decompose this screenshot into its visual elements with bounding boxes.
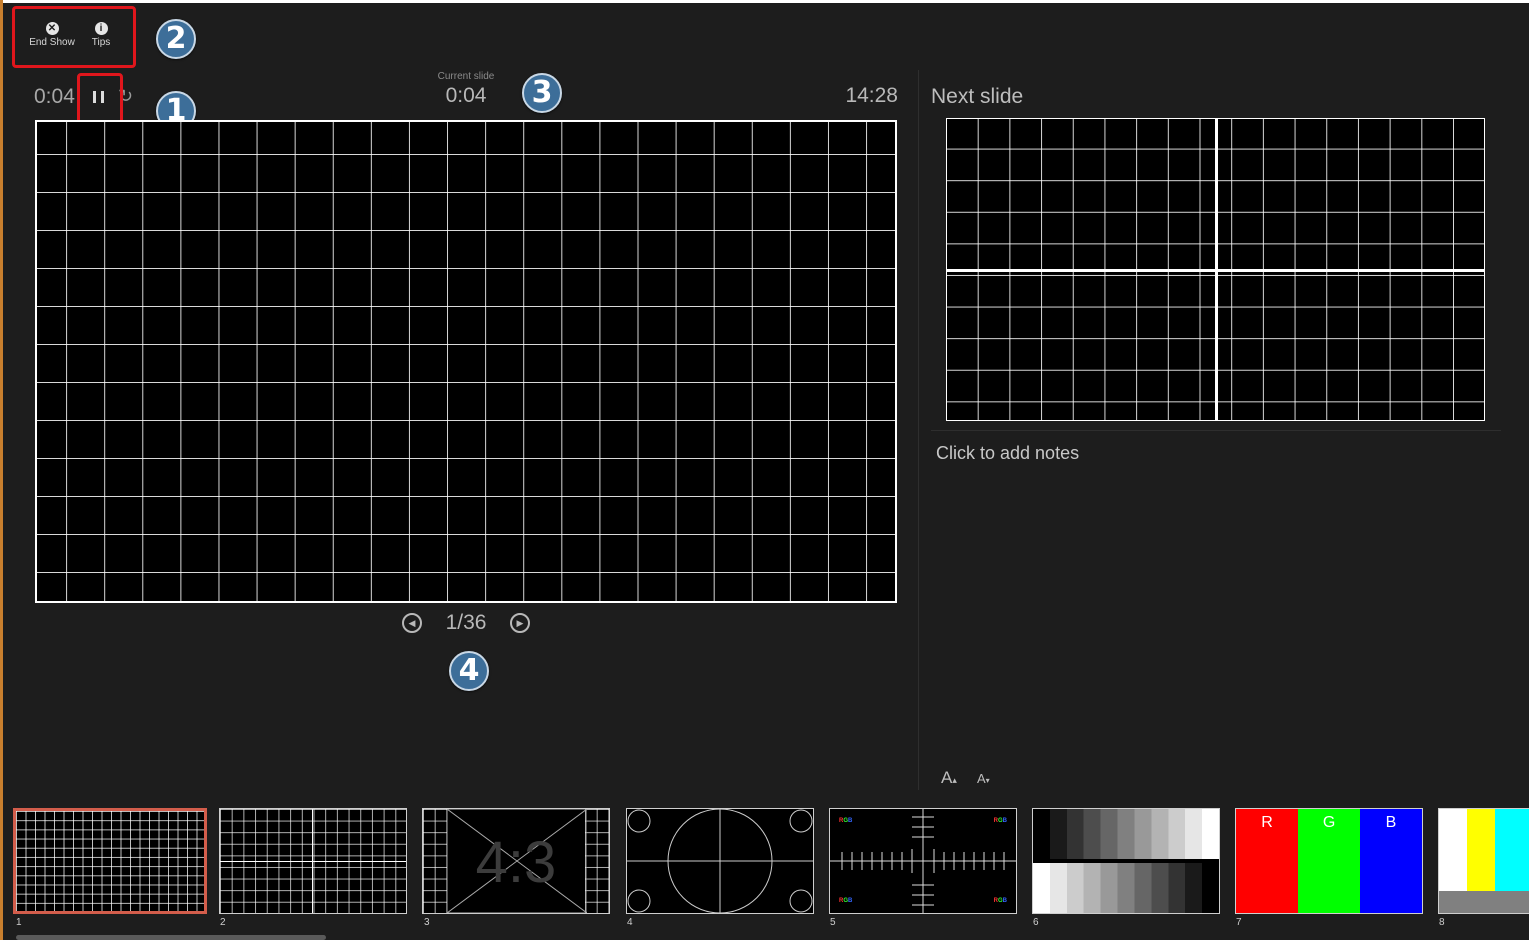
annotation-badge-4: 4 — [449, 651, 489, 691]
top-border — [0, 0, 1529, 3]
decrease-font-button[interactable]: A▾ — [977, 771, 990, 786]
thumbnail-5[interactable]: RGB RGB RGB RGB — [829, 808, 1017, 914]
thumbnail-number: 3 — [424, 917, 430, 928]
yellow-bar — [1467, 809, 1495, 891]
caret-up-icon: ▴ — [952, 775, 957, 785]
rgb-label: RGB — [839, 898, 853, 904]
increase-font-button[interactable]: A▴ — [941, 768, 957, 788]
blue-bar: B — [1360, 809, 1422, 913]
rgb-label: RGB — [993, 898, 1007, 904]
green-label: G — [1322, 814, 1336, 831]
thumbnail-3[interactable]: 4:3 — [422, 808, 610, 914]
increase-font-label: A — [941, 768, 953, 787]
current-slide-preview[interactable] — [35, 120, 897, 603]
crosshair-horizontal — [947, 269, 1484, 272]
decrease-font-label: A — [977, 771, 986, 786]
annotation-badge-3: 3 — [522, 73, 562, 113]
red-label: R — [1261, 814, 1273, 831]
notes-area[interactable]: Click to add notes — [936, 443, 1079, 464]
rgb-label: RGB — [839, 818, 853, 824]
blue-label: B — [1385, 814, 1397, 831]
thumbnail-scrollbar[interactable] — [16, 935, 326, 940]
thumbnail-2[interactable] — [219, 808, 407, 914]
slide-counter[interactable]: 1/36 — [436, 611, 496, 635]
thumbnail-number: 1 — [16, 917, 22, 928]
elapsed-timer: 0:04 — [34, 85, 75, 108]
clock: 14:28 — [845, 84, 898, 107]
notes-separator — [931, 430, 1501, 431]
presenter-view: ✕ End Show i Tips 0:04 ↻ Current slide 0… — [0, 0, 1529, 940]
thumbnail-number: 8 — [1439, 917, 1445, 928]
chevron-left-icon: ◀ — [408, 618, 416, 628]
thumbnail-number: 5 — [830, 917, 836, 928]
panel-divider[interactable] — [918, 70, 919, 790]
aspect-ratio-label: 4:3 — [475, 830, 557, 895]
caret-down-icon: ▾ — [985, 776, 990, 785]
next-slide-button[interactable]: ▶ — [510, 613, 530, 633]
thumbnail-7[interactable]: R G B — [1235, 808, 1423, 914]
thumbnail-number: 7 — [1236, 917, 1242, 928]
thumbnail-number: 4 — [627, 917, 633, 928]
thumbnail-number: 2 — [220, 917, 226, 928]
thumb-crossline — [220, 861, 406, 862]
next-slide-preview[interactable] — [946, 118, 1485, 421]
red-bar: R — [1236, 809, 1299, 913]
rgb-label: RGB — [993, 818, 1007, 824]
grayscale-ramp-bottom — [1033, 863, 1219, 913]
gray-bar — [1439, 891, 1529, 913]
green-bar: G — [1298, 809, 1361, 913]
previous-slide-button[interactable]: ◀ — [402, 613, 422, 633]
thumb-circle-pattern — [627, 809, 813, 913]
thumbnail-number: 6 — [1033, 917, 1039, 928]
grayscale-ramp-top — [1033, 809, 1219, 859]
thumbnail-6[interactable] — [1032, 808, 1220, 914]
next-slide-title: Next slide — [931, 85, 1024, 108]
current-slide-timer: 0:04 — [445, 84, 487, 107]
thumbnail-8[interactable] — [1438, 808, 1529, 914]
white-bar — [1439, 809, 1467, 891]
chevron-right-icon: ▶ — [516, 618, 524, 628]
thumb-scale-pattern — [830, 809, 1016, 913]
highlight-box-toolbar — [12, 6, 136, 68]
thumbnail-4[interactable] — [626, 808, 814, 914]
cyan-bar — [1495, 809, 1529, 891]
current-slide-label: Current slide — [437, 71, 495, 82]
thumbnail-1[interactable] — [13, 808, 207, 914]
annotation-badge-2: 2 — [156, 19, 196, 59]
